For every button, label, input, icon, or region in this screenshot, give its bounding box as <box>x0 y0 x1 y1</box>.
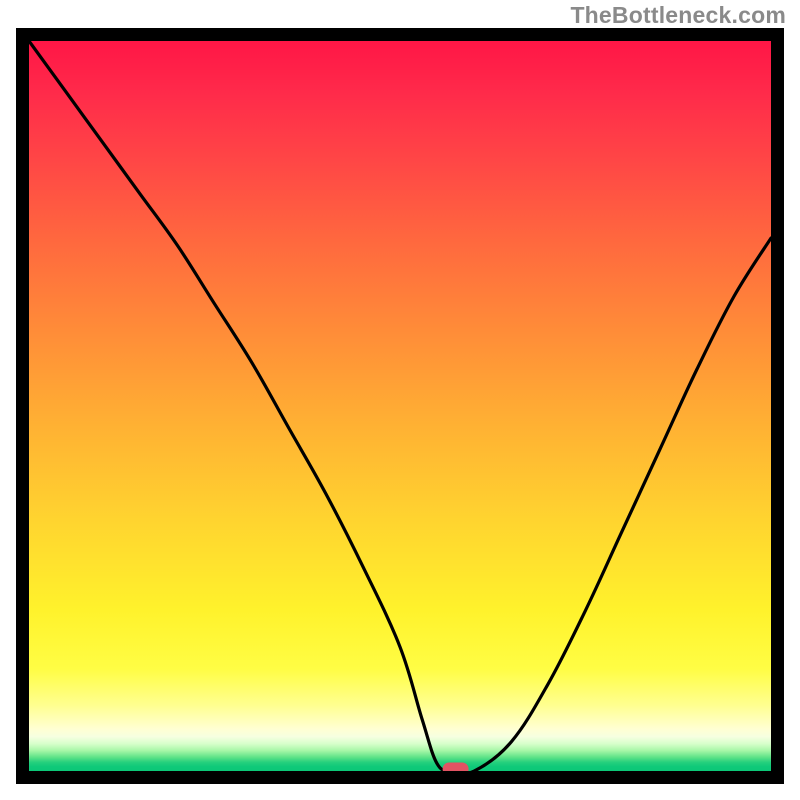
optimum-marker <box>443 763 469 772</box>
watermark-text: TheBottleneck.com <box>570 2 786 29</box>
plot-frame <box>16 28 784 784</box>
bottleneck-curve <box>29 41 771 771</box>
chart-container: TheBottleneck.com <box>0 0 800 800</box>
curve-layer <box>29 41 771 771</box>
plot-area <box>29 41 771 771</box>
